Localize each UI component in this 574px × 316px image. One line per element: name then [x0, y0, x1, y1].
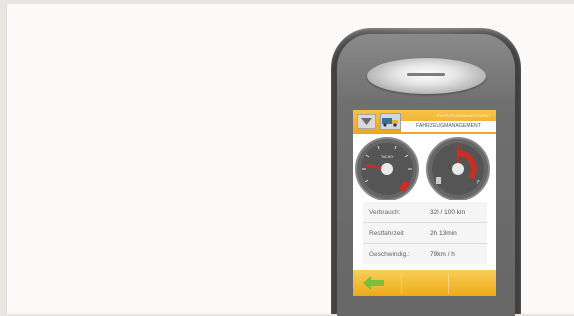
gauge-panel: TACHO F — [353, 134, 496, 201]
info-row-speed: Geschwindig.: 79km / h — [363, 244, 487, 264]
remaining-time-label: Restfahrzeit — [369, 230, 404, 237]
speed-label: Geschwindig.: — [369, 251, 410, 258]
top-subtitle: FAHRZEUGMANAGEMENT — [436, 113, 491, 118]
vehicle-icon[interactable] — [380, 113, 401, 130]
info-row-remaining-time: Restfahrzeit 2h 13min — [363, 223, 487, 244]
earpiece — [367, 58, 486, 94]
tachometer-label: TACHO — [380, 155, 393, 159]
remaining-time-value: 2h 13min — [430, 230, 457, 237]
screen-title: FAHRZEUGMANAGEMENT — [401, 121, 496, 132]
svg-text:F: F — [477, 180, 480, 186]
dropdown-menu-button[interactable] — [357, 114, 376, 129]
tachometer-gauge: TACHO — [355, 137, 419, 201]
bottom-divider — [401, 274, 402, 294]
bottom-divider — [448, 274, 449, 294]
fuel-gauge: F — [426, 137, 490, 201]
speaker-slot — [407, 73, 445, 76]
speed-value: 79km / h — [430, 251, 455, 258]
device-screen: FAHRZEUGMANAGEMENT FAHRZEUGMANAGEMENT TA… — [353, 110, 496, 296]
vehicle-info-table: Verbrauch: 32l / 100 km Restfahrzeit 2h … — [363, 202, 487, 264]
fuel-pump-icon — [436, 177, 441, 184]
consumption-label: Verbrauch: — [369, 209, 401, 216]
truck-icon — [382, 118, 398, 127]
consumption-value: 32l / 100 km — [430, 209, 466, 216]
back-arrow-icon[interactable] — [363, 276, 385, 290]
bottom-bar — [353, 270, 496, 296]
info-row-consumption: Verbrauch: 32l / 100 km — [363, 202, 487, 223]
top-bar: FAHRZEUGMANAGEMENT FAHRZEUGMANAGEMENT — [353, 110, 496, 134]
chevron-down-icon — [361, 118, 372, 125]
